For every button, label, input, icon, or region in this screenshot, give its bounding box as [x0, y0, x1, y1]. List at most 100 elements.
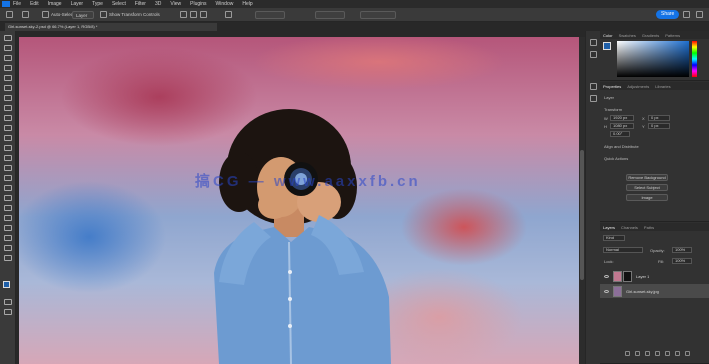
width-field[interactable]: 1920 px [610, 115, 634, 121]
layer-name[interactable]: Girl-sunset-sky.jpg [626, 289, 659, 294]
auto-select-checkbox[interactable] [42, 11, 49, 18]
menu-type[interactable]: Type [92, 0, 103, 8]
menu-plugins[interactable]: Plugins [190, 0, 206, 8]
quick-mask-icon[interactable] [4, 299, 12, 305]
tab-swatches[interactable]: Swatches [619, 33, 636, 38]
y-field[interactable]: 0 px [648, 123, 670, 129]
lasso-tool-icon[interactable] [4, 65, 12, 71]
layer-select-dropdown[interactable]: Layer [72, 11, 94, 19]
history-brush-tool-icon[interactable] [4, 145, 12, 151]
move-tool-icon[interactable] [4, 35, 12, 41]
tab-libraries[interactable]: Libraries [655, 84, 670, 89]
delete-layer-icon[interactable] [685, 351, 690, 356]
remove-background-button[interactable]: Remove Background [626, 174, 668, 181]
tab-properties[interactable]: Properties [603, 84, 621, 89]
new-group-icon[interactable] [665, 351, 670, 356]
type-tool-icon[interactable] [4, 205, 12, 211]
tab-patterns[interactable]: Patterns [665, 33, 680, 38]
align-right-icon[interactable] [200, 11, 207, 18]
workspace-icon[interactable] [696, 11, 703, 18]
artboard-tool-icon[interactable] [4, 45, 12, 51]
blur-tool-icon[interactable] [4, 175, 12, 181]
photoshop-logo-icon[interactable] [2, 1, 10, 7]
menu-filter[interactable]: Filter [135, 0, 146, 8]
hand-tool-icon[interactable] [4, 235, 12, 241]
scrollbar-thumb[interactable] [580, 150, 584, 280]
layer-row[interactable]: Layer 1 [600, 269, 709, 283]
actions-panel-icon[interactable] [590, 51, 597, 58]
menu-window[interactable]: Window [216, 0, 234, 8]
align-center-icon[interactable] [190, 11, 197, 18]
healing-brush-tool-icon[interactable] [4, 115, 12, 121]
history-panel-icon[interactable] [590, 39, 597, 46]
frame-tool-icon[interactable] [4, 95, 12, 101]
adjustment-layer-icon[interactable] [655, 351, 660, 356]
x-field[interactable]: 0 px [648, 115, 670, 121]
image-button[interactable]: Image [626, 194, 668, 201]
new-layer-icon[interactable] [675, 351, 680, 356]
tab-color[interactable]: Color [603, 33, 613, 38]
align-left-icon[interactable] [180, 11, 187, 18]
menu-image[interactable]: Image [48, 0, 62, 8]
layer-filter-kind[interactable]: Kind [603, 235, 625, 241]
rectangle-tool-icon[interactable] [4, 225, 12, 231]
gradient-tool-icon[interactable] [4, 165, 12, 171]
opacity-field[interactable]: 100% [672, 247, 692, 253]
more-tools-icon[interactable] [4, 255, 12, 261]
clone-stamp-tool-icon[interactable] [4, 135, 12, 141]
tab-layers[interactable]: Layers [603, 225, 615, 230]
dodge-tool-icon[interactable] [4, 185, 12, 191]
distribute-button[interactable] [360, 11, 396, 19]
blend-mode-dropdown[interactable]: Normal [603, 247, 643, 253]
height-field[interactable]: 1080 px [610, 123, 634, 129]
paragraph-panel-icon[interactable] [590, 95, 597, 102]
layer-style-icon[interactable] [635, 351, 640, 356]
document-canvas[interactable] [19, 37, 579, 364]
fg-color-chip[interactable] [603, 42, 611, 50]
share-button[interactable]: Share [656, 10, 680, 19]
quick-select-tool-icon[interactable] [4, 75, 12, 81]
fill-field[interactable]: 100% [672, 258, 692, 264]
marquee-tool-icon[interactable] [4, 55, 12, 61]
move-tool-icon[interactable] [22, 11, 29, 18]
menu-select[interactable]: Select [112, 0, 126, 8]
layer-name[interactable]: Layer 1 [636, 274, 649, 279]
menu-edit[interactable]: Edit [30, 0, 39, 8]
tab-paths[interactable]: Paths [644, 225, 654, 230]
visibility-eye-icon[interactable] [604, 274, 609, 278]
search-icon[interactable] [683, 11, 690, 18]
transform-controls-checkbox[interactable] [100, 11, 107, 18]
layer-row[interactable]: Girl-sunset-sky.jpg [600, 284, 709, 298]
pen-tool-icon[interactable] [4, 195, 12, 201]
tab-gradients[interactable]: Gradients [642, 33, 659, 38]
path-selection-tool-icon[interactable] [4, 215, 12, 221]
color-picker-field[interactable] [617, 41, 689, 77]
angle-field[interactable]: 0.00° [610, 131, 630, 137]
more-options-icon[interactable] [225, 11, 232, 18]
menu-layer[interactable]: Layer [71, 0, 84, 8]
hue-slider[interactable] [692, 41, 697, 77]
link-layers-icon[interactable] [625, 351, 630, 356]
visibility-eye-icon[interactable] [604, 289, 609, 293]
eraser-tool-icon[interactable] [4, 155, 12, 161]
home-icon[interactable] [6, 11, 13, 18]
add-mask-icon[interactable] [645, 351, 650, 356]
foreground-color-swatch[interactable] [3, 281, 10, 288]
select-subject-button[interactable]: Select Subject [626, 184, 668, 191]
eyedropper-tool-icon[interactable] [4, 105, 12, 111]
tab-adjustments[interactable]: Adjustments [627, 84, 649, 89]
menu-help[interactable]: Help [242, 0, 252, 8]
zoom-tool-icon[interactable] [4, 245, 12, 251]
crop-tool-icon[interactable] [4, 85, 12, 91]
screen-mode-icon[interactable] [4, 309, 12, 315]
menu-3d[interactable]: 3D [155, 0, 161, 8]
document-tab[interactable]: Girl-sunset-sky-2.psd @ 66.7% (Layer 1, … [5, 23, 217, 31]
align-button[interactable] [315, 11, 345, 19]
menu-file[interactable]: File [13, 0, 21, 8]
3d-mode-button[interactable] [255, 11, 285, 19]
tab-channels[interactable]: Channels [621, 225, 638, 230]
layer-mask-thumbnail[interactable] [623, 270, 632, 282]
menu-view[interactable]: View [170, 0, 181, 8]
character-panel-icon[interactable] [590, 83, 597, 90]
brush-tool-icon[interactable] [4, 125, 12, 131]
